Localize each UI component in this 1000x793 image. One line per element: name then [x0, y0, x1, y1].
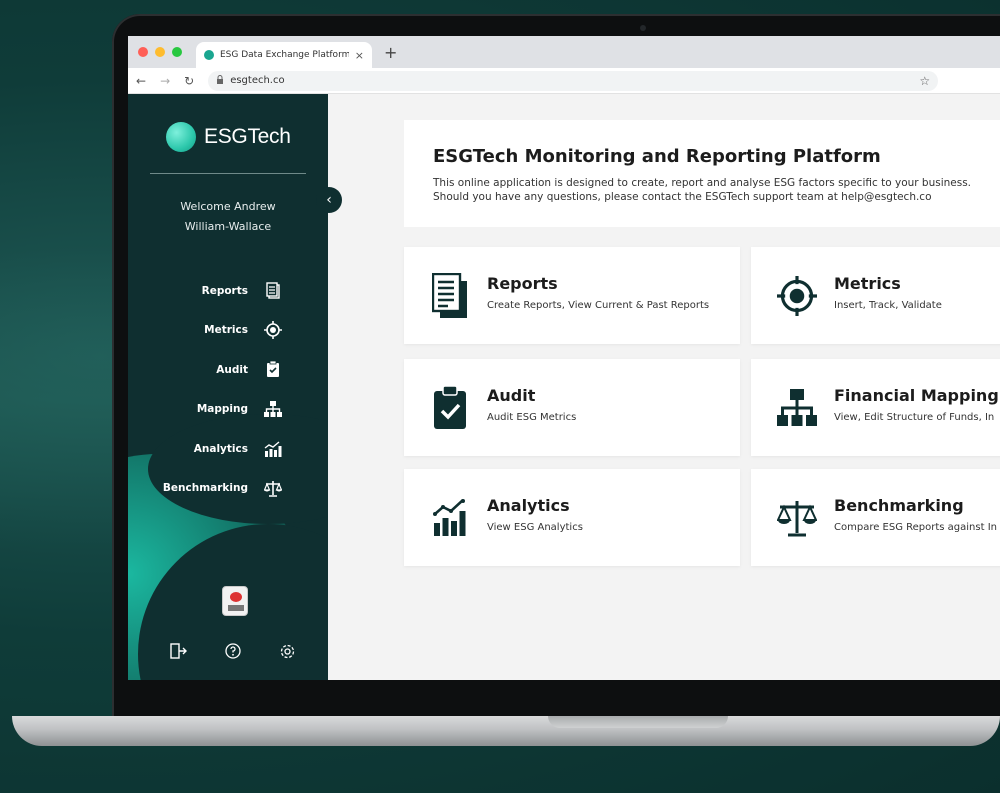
card-title: Reports	[487, 274, 558, 293]
hierarchy-icon	[264, 400, 282, 418]
sidebar-item-analytics[interactable]: Analytics	[163, 429, 282, 469]
laptop-base-notch	[548, 716, 728, 728]
sidebar-item-reports[interactable]: Reports	[163, 271, 282, 311]
esgtech-logo[interactable]: ESGTech	[166, 122, 291, 152]
card-audit[interactable]: Audit Audit ESG Metrics	[404, 359, 740, 456]
card-subtitle: Audit ESG Metrics	[487, 412, 577, 423]
minimize-window-button[interactable]	[155, 47, 165, 57]
settings-icon[interactable]	[278, 642, 296, 660]
sidebar-item-label: Audit	[216, 363, 248, 376]
sidebar-item-label: Benchmarking	[162, 482, 248, 495]
logo-text: ESGTech	[204, 125, 291, 148]
card-metrics[interactable]: Metrics Insert, Track, Validate	[751, 247, 1000, 344]
intro-line: This online application is designed to c…	[433, 177, 972, 189]
tab-close-icon[interactable]: ×	[355, 49, 364, 62]
url-text: esgtech.co	[230, 75, 285, 86]
logout-icon[interactable]	[170, 642, 188, 660]
card-title: Analytics	[487, 496, 570, 515]
card-financial-mapping[interactable]: Financial Mapping View, Edit Structure o…	[751, 359, 1000, 456]
sidebar-item-label: Metrics	[204, 324, 248, 337]
intro-panel: ESGTech Monitoring and Reporting Platfor…	[404, 120, 1000, 227]
reports-icon	[264, 282, 282, 300]
card-title: Financial Mapping	[834, 386, 999, 405]
card-title: Metrics	[834, 274, 901, 293]
sidebar-item-label: Analytics	[193, 442, 248, 455]
card-subtitle: Compare ESG Reports against In	[834, 522, 997, 533]
card-subtitle: View ESG Analytics	[487, 522, 583, 533]
laptop-camera	[640, 25, 646, 31]
card-reports[interactable]: Reports Create Reports, View Current & P…	[404, 247, 740, 344]
card-subtitle: Insert, Track, Validate	[834, 300, 942, 311]
chart-icon	[264, 440, 282, 458]
target-icon	[264, 321, 282, 340]
sidebar: ESGTech Welcome Andrew William-Wallace R…	[128, 94, 328, 680]
favicon-icon	[204, 50, 214, 60]
card-benchmarking[interactable]: Benchmarking Compare ESG Reports against…	[751, 469, 1000, 566]
main-content: ESGTech Monitoring and Reporting Platfor…	[328, 94, 1000, 680]
laptop-base	[12, 716, 1000, 746]
sidebar-item-benchmarking[interactable]: Benchmarking	[163, 469, 282, 509]
forward-arrow-icon[interactable]: →	[160, 74, 170, 88]
sidebar-item-mapping[interactable]: Mapping	[163, 390, 282, 430]
browser-tab-bar: ESG Data Exchange Platform | × +	[128, 36, 1000, 68]
reports-icon	[430, 273, 470, 319]
logo-mark-icon	[166, 122, 196, 152]
scale-icon	[777, 495, 817, 541]
close-window-button[interactable]	[138, 47, 148, 57]
address-bar[interactable]: esgtech.co ☆	[208, 70, 939, 91]
target-icon	[777, 273, 817, 319]
card-subtitle: View, Edit Structure of Funds, In	[834, 412, 995, 423]
bookmark-star-icon[interactable]: ☆	[919, 74, 930, 88]
lock-icon	[216, 74, 224, 87]
clipboard-check-icon	[430, 385, 470, 431]
user-name: William-Wallace	[184, 220, 272, 233]
sidebar-item-label: Mapping	[196, 403, 248, 416]
intro-line: Should you have any questions, please co…	[433, 191, 932, 203]
page-title: ESGTech Monitoring and Reporting Platfor…	[433, 146, 881, 167]
window-controls	[128, 47, 182, 68]
certification-badge-icon	[222, 586, 248, 616]
sidebar-item-label: Reports	[201, 284, 248, 297]
help-icon[interactable]	[224, 642, 242, 660]
sidebar-item-metrics[interactable]: Metrics	[163, 311, 282, 351]
welcome-message: Welcome Andrew William-Wallace	[128, 197, 328, 237]
tab-title: ESG Data Exchange Platform |	[220, 50, 349, 60]
back-arrow-icon[interactable]: ←	[136, 74, 146, 88]
hierarchy-icon	[777, 385, 817, 431]
sidebar-nav: Reports Metrics Audit Mapping Analytics …	[163, 271, 282, 508]
welcome-line: Welcome Andrew	[180, 200, 276, 213]
sidebar-item-audit[interactable]: Audit	[163, 350, 282, 390]
browser-tab-active[interactable]: ESG Data Exchange Platform | ×	[196, 42, 372, 68]
divider	[150, 173, 306, 174]
card-title: Benchmarking	[834, 496, 964, 515]
laptop-screen: ESG Data Exchange Platform | × + ← → ↻ e…	[128, 36, 1000, 680]
scale-icon	[264, 479, 282, 497]
sidebar-footer	[170, 642, 296, 660]
browser-toolbar: ← → ↻ esgtech.co ☆	[128, 68, 1000, 94]
card-title: Audit	[487, 386, 536, 405]
collapse-sidebar-button[interactable]: ‹	[316, 187, 342, 213]
maximize-window-button[interactable]	[172, 47, 182, 57]
card-analytics[interactable]: Analytics View ESG Analytics	[404, 469, 740, 566]
intro-description: This online application is designed to c…	[433, 176, 971, 204]
clipboard-icon	[264, 361, 282, 379]
card-subtitle: Create Reports, View Current & Past Repo…	[487, 300, 710, 311]
chart-icon	[430, 495, 470, 541]
app-container: ESGTech Welcome Andrew William-Wallace R…	[128, 94, 1000, 680]
new-tab-button[interactable]: +	[384, 45, 397, 61]
reload-icon[interactable]: ↻	[184, 74, 194, 88]
